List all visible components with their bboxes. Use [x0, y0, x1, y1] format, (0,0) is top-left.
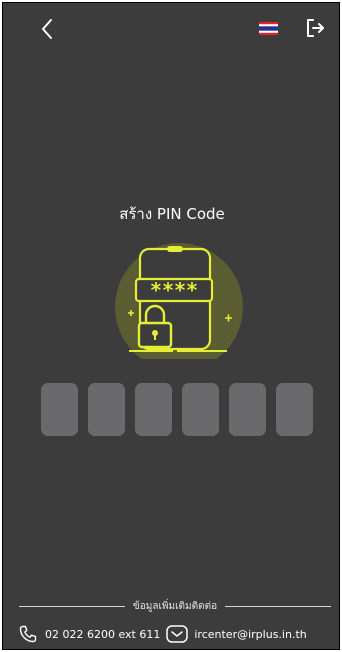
- pin-digit-3[interactable]: [135, 383, 172, 436]
- mail-icon[interactable]: [166, 625, 189, 643]
- divider-line-right: [225, 605, 331, 607]
- svg-text:****: ****: [150, 278, 198, 302]
- contact-heading: ข้อมูลเพิ่มเติมติดต่อ: [132, 600, 218, 612]
- pin-digit-4[interactable]: [182, 383, 219, 436]
- contact-email[interactable]: ircenter@irplus.in.th: [194, 628, 306, 641]
- divider-line-left: [19, 605, 125, 607]
- phone-password-lock-icon: ****: [115, 243, 243, 359]
- phone-icon[interactable]: [19, 625, 37, 643]
- pin-digit-2[interactable]: [88, 383, 125, 436]
- page-title: สร้าง PIN Code: [119, 205, 225, 223]
- pin-code-input-group: [41, 383, 313, 439]
- contact-divider: ข้อมูลเพิ่มเติมติดต่อ: [19, 598, 331, 614]
- pin-digit-6[interactable]: [276, 383, 313, 436]
- thailand-flag-icon[interactable]: [259, 22, 278, 35]
- contact-phone[interactable]: 02 022 6200 ext 611: [45, 628, 160, 641]
- chevron-left-icon[interactable]: [36, 17, 60, 41]
- pin-setup-screen: สร้าง PIN Code **** ข้อมูลเพิ่มเติมติดต่…: [2, 2, 340, 650]
- pin-digit-1[interactable]: [41, 383, 78, 436]
- pin-digit-5[interactable]: [229, 383, 266, 436]
- contact-info: 02 022 6200 ext 611 ircenter@irplus.in.t…: [19, 623, 337, 645]
- logout-icon[interactable]: [304, 17, 326, 39]
